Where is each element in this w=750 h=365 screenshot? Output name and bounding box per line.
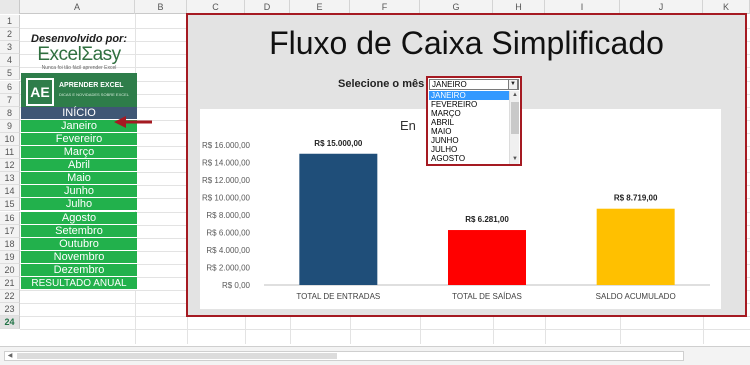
bar [596, 208, 675, 285]
dashboard-title: Fluxo de Caixa Simplificado [269, 25, 664, 61]
data-label: R$ 15.000,00 [314, 139, 363, 148]
column-header[interactable]: B [135, 0, 187, 14]
nav-item-month[interactable]: RESULTADO ANUAL [21, 277, 137, 290]
nav-item-month[interactable]: Maio [21, 172, 137, 186]
scroll-down-icon[interactable]: ▼ [510, 155, 520, 164]
logo-tagline: Nunca foi tão fácil aprender Excel [41, 65, 117, 71]
scrollbar-thumb[interactable] [511, 102, 519, 134]
column-header[interactable]: F [350, 0, 420, 14]
y-tick-label: R$ 0,00 [222, 281, 251, 290]
nav-item-month[interactable]: Setembro [21, 224, 137, 238]
row-header[interactable]: 2 [0, 28, 20, 42]
row-header[interactable]: 16 [0, 211, 20, 225]
row-header[interactable]: 10 [0, 132, 20, 146]
dropdown-option[interactable]: FEVEREIRO [429, 100, 509, 109]
nav-item-month[interactable]: Agosto [21, 211, 137, 225]
row-header[interactable]: 17 [0, 224, 20, 238]
row-header[interactable]: 13 [0, 172, 20, 186]
nav-item-month[interactable]: Dezembro [21, 263, 137, 277]
row-header[interactable]: 14 [0, 185, 20, 199]
dropdown-option[interactable]: MARÇO [429, 109, 509, 118]
data-label: R$ 6.281,00 [465, 215, 509, 224]
row-header[interactable]: 5 [0, 67, 20, 81]
nav-item-month[interactable]: Julho [21, 198, 137, 212]
scroll-left-icon[interactable]: ◀ [5, 352, 15, 360]
y-tick-label: R$ 10.000,00 [202, 194, 251, 203]
dropdown-list: JANEIRO FEVEREIRO MARÇO ABRIL MAIO JUNHO JULHO… [429, 91, 509, 163]
y-tick-label: R$ 16.000,00 [202, 141, 251, 150]
chevron-down-icon[interactable]: ▼ [508, 79, 518, 90]
row-header[interactable]: 8 [0, 106, 20, 120]
row-header[interactable]: 11 [0, 146, 20, 160]
column-header[interactable]: C [187, 0, 245, 14]
y-tick-label: R$ 6.000,00 [206, 229, 250, 238]
column-header[interactable]: K [703, 0, 750, 14]
row-header[interactable]: 22 [0, 290, 20, 304]
y-tick-label: R$ 14.000,00 [202, 159, 251, 168]
nav-item-month[interactable]: Abril [21, 159, 137, 173]
gridline [20, 329, 750, 331]
month-dropdown[interactable]: JANEIRO ▼ JANEIRO FEVEREIRO MARÇO ABRIL MAIO… [426, 76, 522, 166]
dropdown-option[interactable]: AGOSTO [429, 154, 509, 163]
y-tick-label: R$ 12.000,00 [202, 176, 251, 185]
x-tick-label: TOTAL DE ENTRADAS [296, 292, 380, 301]
dropdown-scrollbar[interactable]: ▲ ▼ [509, 91, 519, 164]
column-header[interactable]: A [20, 0, 135, 14]
nav-item-month[interactable]: Junho [21, 185, 137, 199]
row-header[interactable]: 23 [0, 303, 20, 317]
row-header[interactable]: 7 [0, 93, 20, 107]
dropdown-option[interactable]: ABRIL [429, 118, 509, 127]
dropdown-option[interactable]: JUNHO [429, 136, 509, 145]
row-header[interactable]: 20 [0, 263, 20, 277]
dropdown-option[interactable]: JANEIRO [429, 91, 509, 100]
row-header[interactable]: 12 [0, 159, 20, 173]
column-header[interactable]: D [245, 0, 290, 14]
y-tick-label: R$ 4.000,00 [206, 246, 250, 255]
dashboard-panel: Fluxo de Caixa Simplificado Selecione o … [186, 13, 747, 317]
row-header[interactable]: 3 [0, 41, 20, 55]
nav-item-month[interactable]: Outubro [21, 237, 137, 251]
row-header[interactable]: 1 [0, 15, 20, 29]
nav-item-month[interactable]: Novembro [21, 250, 137, 264]
y-tick-label: R$ 2.000,00 [206, 264, 250, 273]
column-header[interactable]: E [290, 0, 350, 14]
select-month-label: Selecione o mês [338, 78, 425, 90]
row-header[interactable]: 21 [0, 277, 20, 291]
banner-subtitle: DICAS E NOVIDADES SOBRE EXCEL [59, 92, 130, 97]
dropdown-option[interactable]: MAIO [429, 127, 509, 136]
y-tick-label: R$ 8.000,00 [206, 211, 250, 220]
dropdown-selected-value[interactable]: JANEIRO [429, 79, 519, 90]
row-header[interactable]: 4 [0, 54, 20, 68]
scroll-up-icon[interactable]: ▲ [510, 91, 520, 100]
bar [299, 153, 378, 285]
horizontal-scrollbar[interactable]: ◀ [4, 351, 684, 361]
column-header[interactable]: H [493, 0, 545, 14]
nav-item-month[interactable]: Março [21, 146, 137, 159]
row-header[interactable]: 15 [0, 198, 20, 212]
bar [448, 230, 526, 285]
dropdown-option[interactable]: JULHO [429, 145, 509, 154]
data-label: R$ 8.719,00 [614, 194, 658, 203]
banner-title: APRENDER EXCEL [59, 82, 124, 89]
column-header[interactable]: J [620, 0, 703, 14]
x-tick-label: SALDO ACUMULADO [596, 292, 676, 301]
column-header[interactable]: G [420, 0, 493, 14]
row-header[interactable]: 9 [0, 119, 20, 133]
scrollbar-thumb[interactable] [17, 353, 337, 359]
row-header[interactable]: 6 [0, 80, 20, 94]
column-header[interactable]: I [545, 0, 620, 14]
sheet-bottom-bar: ◀ [0, 346, 750, 365]
row-header[interactable]: 19 [0, 250, 20, 264]
select-all-corner[interactable] [0, 0, 20, 14]
excel-easy-logo: ExcelΣasy [37, 44, 121, 65]
ae-badge: AE [26, 78, 54, 106]
x-tick-label: TOTAL DE SAÍDAS [452, 292, 522, 301]
row-header[interactable]: 18 [0, 237, 20, 251]
arrow-left-icon [114, 116, 152, 128]
nav-item-month[interactable]: Fevereiro [21, 132, 137, 146]
row-header[interactable]: 24 [0, 316, 20, 330]
